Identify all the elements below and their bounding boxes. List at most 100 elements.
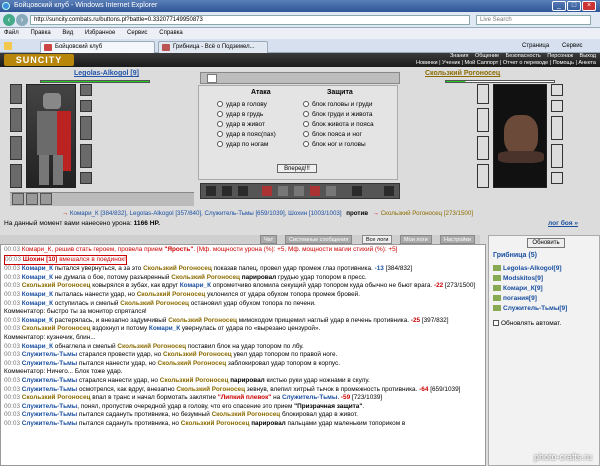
lineup-left-team[interactable]: Комари_К [384/832], Legolas-Alkogol [357…	[70, 210, 342, 217]
group-member[interactable]: погания[9]	[493, 294, 597, 304]
equip-slot[interactable]	[10, 108, 22, 132]
attack-head-radio[interactable]: удар в голову	[217, 100, 307, 110]
skill-icon[interactable]	[325, 185, 337, 197]
group-member[interactable]: Комари_К[9]	[493, 284, 597, 294]
block-chest-belly-radio[interactable]: блок груди и живота	[303, 110, 399, 120]
menu-tools[interactable]: Сервис	[127, 30, 148, 36]
tab-gribnitsa[interactable]: Грибница - Всё о Подземел...	[158, 41, 268, 53]
log-text: Комментатор: быстро ты за монитор спрята…	[4, 308, 147, 316]
favorites-star-icon[interactable]	[4, 42, 12, 50]
equip-slot[interactable]	[551, 84, 563, 96]
menu-edit[interactable]: Правка	[30, 30, 50, 36]
equip-slot[interactable]	[10, 136, 22, 160]
equip-slot[interactable]	[477, 164, 489, 188]
group-member[interactable]: Служитель-Тьмы[9]	[493, 304, 597, 314]
skill-icon[interactable]	[293, 185, 305, 197]
belt-slot[interactable]	[26, 193, 38, 205]
nav-character[interactable]: Персонаж	[547, 53, 573, 59]
right-hp-bar	[445, 80, 555, 83]
log-timestamp: 00:03	[4, 376, 22, 384]
equip-slot[interactable]	[80, 172, 92, 184]
equip-slot[interactable]	[10, 164, 22, 188]
log-line: Комментатор: быстро ты за монитор спрята…	[4, 308, 482, 317]
equip-slot[interactable]	[477, 84, 489, 104]
right-character-figure	[493, 84, 547, 188]
equip-slot[interactable]	[80, 144, 92, 168]
lineup-vs: против	[346, 210, 369, 217]
refresh-icon[interactable]	[207, 74, 217, 83]
left-player-name[interactable]: Legolas-Alkogol [9]	[74, 70, 139, 77]
skills-bar	[200, 183, 400, 199]
search-input[interactable]: Live Search	[476, 15, 591, 25]
maximize-button[interactable]: □	[567, 1, 581, 11]
belt-slot[interactable]	[12, 193, 24, 205]
log-text: Комари_К растерялась, и внезапно задумчи…	[21, 316, 449, 324]
auto-refresh-checkbox[interactable]: Обновлять автомат.	[493, 320, 561, 327]
menu-file[interactable]: Файл	[4, 30, 19, 36]
equip-slot[interactable]	[477, 136, 489, 160]
attack-chest-radio[interactable]: удар в грудь	[217, 110, 307, 120]
equip-slot[interactable]	[80, 100, 92, 112]
equip-slot[interactable]	[80, 84, 92, 96]
tab-fight-club[interactable]: Бойцовский клуб	[40, 41, 155, 53]
back-button[interactable]: ‹	[3, 14, 15, 26]
block-belly-belt-radio[interactable]: блок живота и пояса	[303, 120, 399, 130]
fight-button[interactable]: Вперед!!!	[277, 164, 317, 173]
tools-menu-button[interactable]: Сервис	[562, 42, 583, 51]
belt-slot[interactable]	[40, 193, 52, 205]
attack-legs-radio[interactable]: удар по ногам	[217, 140, 307, 150]
url-input[interactable]: http://suncity.combats.ru/buttons.pl?bat…	[30, 15, 470, 25]
lineup-right-team[interactable]: Скользкий Рогоносец [273/1500]	[381, 210, 473, 217]
page-menu-button[interactable]: Страница	[522, 42, 549, 51]
skill-icon[interactable]	[351, 185, 363, 197]
equip-slot[interactable]	[551, 116, 563, 140]
nav-secondary-links[interactable]: Новинки | Ученик | Мой Саппорт | Отчет о…	[370, 60, 596, 67]
right-player-name[interactable]: Скользкий Рогоносец	[425, 70, 500, 77]
log-text: Служитель-Тьмы старался нанести удар, но…	[21, 376, 370, 384]
refresh-button[interactable]: Обновить	[527, 238, 565, 248]
group-member[interactable]: Modskitos[9]	[493, 274, 597, 284]
menu-favorites[interactable]: Избранное	[85, 30, 115, 36]
battle-log-link[interactable]: лог боя »	[548, 220, 578, 227]
menu-view[interactable]: Вид	[62, 30, 73, 36]
tab-system-messages[interactable]: Системные сообщения	[285, 235, 353, 244]
attack-groin-radio[interactable]: удар в пояс(пах)	[217, 130, 307, 140]
forward-button[interactable]: ›	[16, 14, 28, 26]
tab-all-logs[interactable]: Все логи	[362, 235, 393, 244]
tab-chat[interactable]: Чат	[260, 235, 278, 244]
skill-icon[interactable]	[237, 185, 249, 197]
attack-title: Атака	[251, 89, 271, 96]
skill-icon[interactable]	[221, 185, 233, 197]
block-head-chest-radio[interactable]: блок головы и груди	[303, 100, 399, 110]
skill-icon[interactable]	[261, 185, 273, 197]
equip-slot[interactable]	[551, 100, 563, 112]
nav-communication[interactable]: Общение	[475, 53, 499, 59]
log-line: 00:03 Служитель-Тьмы пытался нанести уда…	[4, 360, 482, 369]
attack-belly-radio[interactable]: удар в живот	[217, 120, 307, 130]
damage-value: 1166 HP.	[133, 220, 160, 227]
tab-settings[interactable]: Настройки	[440, 235, 475, 244]
group-title: Грибница (5)	[493, 252, 537, 259]
nav-knowledge[interactable]: Знания	[450, 53, 469, 59]
log-timestamp: 00:03	[4, 419, 22, 427]
top-navigation: Знания Общение Безопасность Персонаж Вых…	[370, 53, 600, 67]
log-timestamp: 00:03	[4, 411, 22, 419]
nav-exit[interactable]: Выход	[580, 53, 596, 59]
equip-slot[interactable]	[477, 108, 489, 132]
equip-slot[interactable]	[80, 116, 92, 140]
equip-slot[interactable]	[551, 172, 563, 184]
block-belt-legs-radio[interactable]: блок пояса и ног	[303, 130, 399, 140]
skill-icon[interactable]	[383, 185, 395, 197]
tab-my-logs[interactable]: Мои логи	[400, 235, 432, 244]
equip-slot[interactable]	[551, 144, 563, 168]
menu-help[interactable]: Справка	[159, 30, 183, 36]
block-legs-head-radio[interactable]: блок ног и головы	[303, 140, 399, 150]
skill-icon[interactable]	[309, 185, 321, 197]
close-button[interactable]: ×	[582, 1, 596, 11]
skill-icon[interactable]	[277, 185, 289, 197]
nav-security[interactable]: Безопасность	[506, 53, 541, 59]
minimize-button[interactable]: _	[552, 1, 566, 11]
group-member[interactable]: Legolas-Alkogol[9]	[493, 264, 597, 274]
equip-slot[interactable]	[10, 84, 22, 104]
skill-icon[interactable]	[205, 185, 217, 197]
